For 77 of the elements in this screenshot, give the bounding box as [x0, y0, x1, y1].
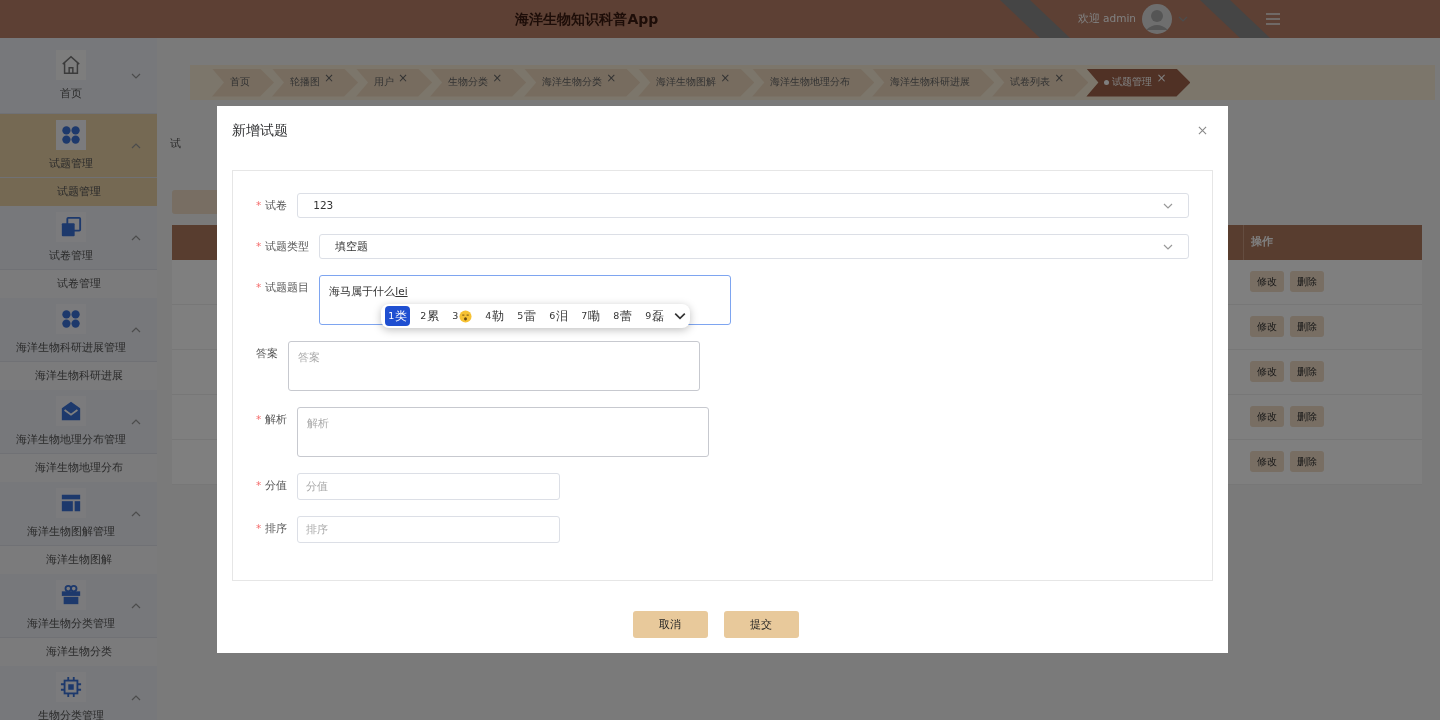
grid-icon: [59, 307, 82, 330]
select-field[interactable]: 123: [297, 193, 1189, 218]
tab[interactable]: 海洋生物科研进展: [872, 68, 995, 97]
edit-button[interactable]: 修改: [1250, 316, 1284, 338]
sidebar-item[interactable]: 试题管理: [0, 114, 157, 178]
close-icon[interactable]: ×: [324, 68, 335, 87]
edit-button[interactable]: 修改: [1250, 406, 1284, 428]
field-label: * 试卷: [256, 198, 289, 213]
header-stripe: [1200, 0, 1270, 38]
candidate[interactable]: 6泪: [546, 306, 572, 326]
close-icon[interactable]: [1198, 125, 1207, 135]
close-icon[interactable]: ×: [720, 68, 731, 87]
candidate[interactable]: 9磊: [642, 306, 668, 326]
candidate[interactable]: 8蕾: [610, 306, 636, 326]
header-stripe: [1000, 0, 1070, 38]
candidate[interactable]: 7嘞: [578, 306, 604, 326]
input-field[interactable]: 分值: [297, 473, 561, 500]
welcome-text: 欢迎 admin: [1077, 11, 1136, 27]
home-icon: [59, 53, 82, 76]
close-icon[interactable]: ×: [492, 68, 503, 87]
caret-icon[interactable]: [1178, 14, 1188, 24]
chip-icon: [59, 675, 82, 698]
edit-button[interactable]: 修改: [1250, 361, 1284, 383]
field-label: 答案: [256, 346, 279, 361]
close-icon[interactable]: ×: [1156, 68, 1167, 87]
tab[interactable]: 用户 ×: [356, 68, 433, 97]
sidebar-subitem[interactable]: 试卷管理: [0, 270, 157, 298]
grid-icon: [59, 123, 82, 146]
sidebar-item[interactable]: 生物分类管理: [0, 666, 157, 720]
edit-button[interactable]: 修改: [1250, 451, 1284, 473]
text-area[interactable]: 海马属于什么lei 1类 2累 3 4勒 5雷 6泪 7嘞 8蕾 9磊: [319, 275, 732, 325]
tab[interactable]: 试卷列表 ×: [992, 68, 1089, 97]
close-icon[interactable]: ×: [1054, 68, 1065, 87]
field-label: * 解析: [256, 412, 289, 427]
text-area[interactable]: 答案: [288, 341, 700, 391]
app-title: 海洋生物知识科普App: [515, 9, 659, 29]
envelope-icon: [59, 399, 82, 422]
sidebar-subitem[interactable]: 海洋生物科研进展: [0, 362, 157, 390]
cancel-button[interactable]: 取消: [632, 611, 708, 638]
field-label: * 分值: [256, 478, 289, 493]
delete-button[interactable]: 删除: [1290, 271, 1324, 293]
delete-button[interactable]: 删除: [1290, 406, 1324, 428]
candidate[interactable]: 3: [449, 307, 476, 325]
candidate[interactable]: 4勒: [482, 306, 508, 326]
input-field[interactable]: 排序: [297, 516, 561, 543]
page-title: 试: [170, 136, 182, 151]
tab[interactable]: 首页: [212, 68, 274, 97]
chevron-icon[interactable]: [674, 310, 687, 322]
delete-button[interactable]: 删除: [1290, 316, 1324, 338]
copy-icon: [59, 215, 82, 238]
sidebar-subitem[interactable]: 海洋生物分类: [0, 638, 157, 666]
delete-button[interactable]: 删除: [1290, 451, 1324, 473]
delete-button[interactable]: 删除: [1290, 361, 1324, 383]
column-header: 操作: [1243, 224, 1422, 260]
menu-icon[interactable]: [1266, 13, 1280, 25]
close-icon[interactable]: ×: [606, 68, 617, 87]
candidate[interactable]: 5雷: [514, 306, 540, 326]
tab[interactable]: 试题管理 ×: [1086, 68, 1191, 97]
candidate[interactable]: 1类: [385, 306, 411, 326]
field-label: * 试题题目: [256, 280, 311, 295]
field-label: * 试题类型: [256, 239, 311, 254]
sidebar-subitem[interactable]: 海洋生物地理分布: [0, 454, 157, 482]
sidebar-subitem[interactable]: 试题管理: [0, 178, 157, 206]
select-field[interactable]: 填空题: [319, 234, 1189, 259]
candidate[interactable]: 2累: [417, 306, 443, 326]
tab[interactable]: 海洋生物图解 ×: [638, 68, 755, 97]
close-icon[interactable]: ×: [398, 68, 409, 87]
tab[interactable]: 轮播图 ×: [272, 68, 359, 97]
submit-button[interactable]: 提交: [723, 611, 799, 638]
edit-button[interactable]: 修改: [1250, 271, 1284, 293]
field-label: * 排序: [256, 521, 289, 536]
sidebar-subitem[interactable]: 海洋生物图解: [0, 546, 157, 574]
gift-icon: [59, 583, 82, 606]
avatar[interactable]: [1142, 4, 1172, 34]
emoji-icon: [459, 309, 473, 323]
text-area[interactable]: 解析: [297, 407, 710, 457]
dialog-title: 新增试题: [232, 120, 288, 140]
